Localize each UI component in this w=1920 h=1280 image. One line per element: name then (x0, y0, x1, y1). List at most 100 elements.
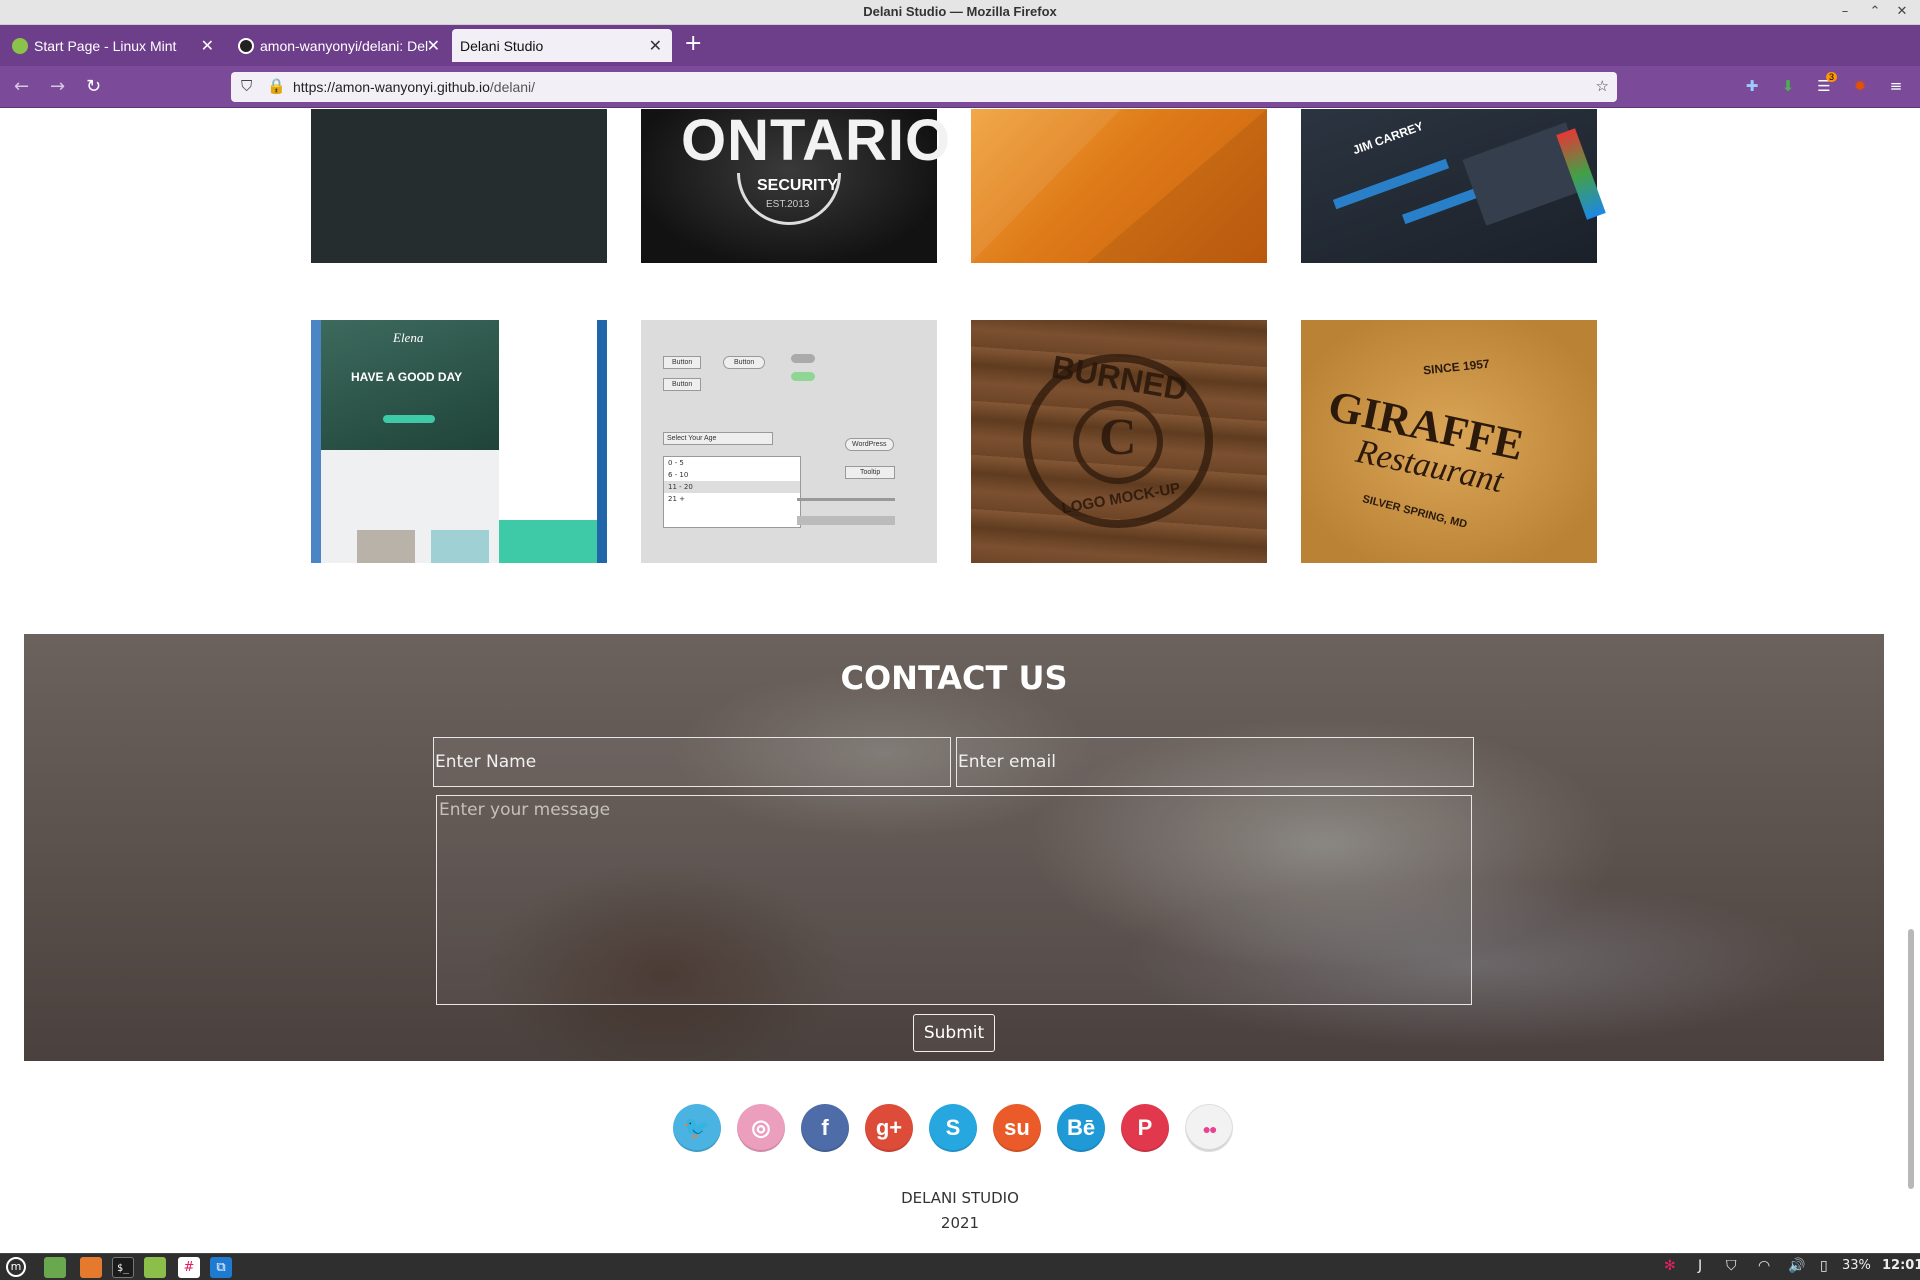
terminal-icon[interactable]: $_ (112, 1257, 134, 1278)
uikit-toggle (791, 354, 815, 363)
uikit-tag: WordPress (845, 438, 894, 451)
scrollbar-thumb[interactable] (1908, 929, 1914, 1189)
portfolio-item-dark[interactable] (311, 109, 607, 263)
tab-github-delani[interactable]: amon-wanyonyi/delani: Del ✕ (228, 29, 450, 62)
name-input[interactable] (433, 737, 951, 787)
polygon-shape (1087, 109, 1267, 263)
extension-puzzle-icon[interactable]: ✚ (1742, 77, 1762, 97)
tab-delani-studio[interactable]: Delani Studio ✕ (452, 29, 672, 62)
update-icon[interactable]: J (1698, 1258, 1702, 1274)
back-button[interactable]: ← (14, 76, 29, 97)
url-domain: github.io (436, 79, 490, 95)
lock-icon[interactable]: 🔒 (267, 77, 286, 95)
elena-cta (383, 415, 435, 423)
portfolio-item-elena[interactable]: Elena HAVE A GOOD DAY (311, 320, 607, 563)
portfolio-item-giraffe[interactable]: SINCE 1957 GIRAFFE Restaurant SILVER SPR… (1301, 320, 1597, 563)
ontario-text: ONTARIO (681, 109, 952, 173)
message-textarea[interactable] (436, 795, 1472, 1005)
close-icon[interactable]: ✕ (649, 36, 662, 56)
burned-letter: C (1099, 409, 1137, 466)
minimize-button[interactable]: – (1836, 3, 1854, 21)
portfolio-item-ontario[interactable]: ONTARIO SECURITY EST.2013 (641, 109, 950, 263)
twitter-icon[interactable]: 🐦 (673, 1104, 721, 1152)
pinterest-icon[interactable]: P (1121, 1104, 1169, 1152)
contact-section: CONTACT US Submit (24, 634, 1884, 1061)
close-icon[interactable]: ✕ (201, 36, 214, 56)
portfolio-item-dashboard[interactable]: JIM CARREY (1301, 109, 1606, 263)
shield-tray-icon[interactable]: ⛉ (1726, 1258, 1737, 1274)
portfolio-item-burned[interactable]: BURNED C LOGO MOCK-UP (971, 320, 1267, 563)
download-icon[interactable]: ⬇ (1778, 77, 1798, 97)
battery-icon[interactable]: ▯ (1820, 1258, 1828, 1274)
close-window-button[interactable]: ✕ (1893, 3, 1911, 21)
tab-label: amon-wanyonyi/delani: Del (260, 38, 428, 54)
extensions-badge: 3 (1826, 72, 1838, 82)
portfolio-item-orange[interactable] (971, 109, 1267, 263)
wifi-icon[interactable]: ◠ (1758, 1258, 1770, 1274)
elena-photo (431, 530, 489, 563)
new-tab-button[interactable]: + (684, 31, 702, 56)
uikit-list: 0 - 5 6 - 10 11 - 20 21 + (663, 456, 801, 528)
giraffe-location: SILVER SPRING, MD (1361, 493, 1469, 531)
skype-icon[interactable]: S (929, 1104, 977, 1152)
window-title: Delani Studio — Mozilla Firefox (863, 4, 1057, 19)
close-icon[interactable]: ✕ (427, 36, 440, 56)
forward-button[interactable]: → (50, 76, 65, 97)
flickr-icon[interactable]: ●● (1185, 1104, 1233, 1152)
elena-photo (357, 530, 415, 563)
tab-strip: Start Page - Linux Mint ✕ amon-wanyonyi/… (0, 25, 1920, 66)
firefox-icon[interactable] (80, 1257, 102, 1278)
volume-icon[interactable]: 🔊 (1788, 1258, 1805, 1274)
footer: DELANI STUDIO 2021 (0, 1186, 1920, 1236)
footer-year: 2021 (940, 1214, 980, 1232)
dashboard-bar (1332, 158, 1450, 210)
uikit-button: Button (663, 356, 702, 369)
uikit-option: 0 - 5 (668, 459, 684, 467)
google-plus-icon[interactable]: g+ (865, 1104, 913, 1152)
tab-label: Start Page - Linux Mint (34, 38, 177, 54)
addon-icon[interactable]: ✹ (1850, 77, 1870, 97)
linux-mint-icon (12, 38, 28, 54)
files-icon[interactable] (144, 1257, 166, 1278)
vscode-icon[interactable]: ⧉ (210, 1257, 232, 1278)
maximize-button[interactable]: ⌃ (1866, 3, 1884, 21)
facebook-icon[interactable]: f (801, 1104, 849, 1152)
bookmark-star-icon[interactable]: ☆ (1596, 77, 1609, 95)
url-bar[interactable]: ⛉ 🔒 https://amon-wanyonyi.github.io/dela… (231, 72, 1617, 102)
url-text[interactable]: https://amon-wanyonyi.github.io/delani/ (293, 79, 535, 95)
tab-start-page[interactable]: Start Page - Linux Mint ✕ (2, 29, 224, 62)
tab-label: Delani Studio (460, 38, 544, 54)
contact-heading: CONTACT US (840, 659, 1068, 697)
email-input[interactable] (956, 737, 1474, 787)
giraffe-since: SINCE 1957 (1422, 356, 1491, 378)
github-icon (238, 38, 254, 54)
est-text: EST.2013 (766, 199, 810, 210)
battery-percent: 33% (1842, 1258, 1871, 1273)
hamburger-menu-icon[interactable]: ≡ (1886, 77, 1906, 97)
uikit-button: Button (723, 356, 766, 369)
slack-tray-icon[interactable]: ✻ (1664, 1258, 1676, 1274)
mint-menu-icon[interactable]: m (6, 1257, 26, 1277)
uikit-slider (797, 498, 895, 501)
uikit-button: Button (663, 378, 702, 391)
navigation-toolbar: ← → ↻ ⛉ 🔒 https://amon-wanyonyi.github.i… (0, 66, 1920, 108)
uikit-progress (797, 516, 895, 525)
dribbble-icon[interactable]: ◎ (737, 1104, 785, 1152)
show-desktop-icon[interactable] (44, 1257, 66, 1278)
clock[interactable]: 12:01 (1882, 1258, 1920, 1273)
uikit-select: Select Your Age (663, 432, 773, 445)
window-titlebar: Delani Studio — Mozilla Firefox – ⌃ ✕ (0, 0, 1920, 25)
stumbleupon-icon[interactable]: su (993, 1104, 1041, 1152)
taskbar: m $_ # ⧉ ✻ J ⛉ ◠ 🔊 ▯ 33% 12:01 (0, 1253, 1920, 1280)
elena-headline: HAVE A GOOD DAY (351, 370, 463, 384)
behance-icon[interactable]: Bē (1057, 1104, 1105, 1152)
url-path: /delani/ (489, 79, 536, 95)
slack-icon[interactable]: # (178, 1257, 200, 1278)
screen: Delani Studio — Mozilla Firefox – ⌃ ✕ St… (0, 0, 1920, 1280)
reload-button[interactable]: ↻ (86, 76, 101, 97)
submit-button[interactable]: Submit (913, 1014, 995, 1052)
portfolio-item-ui-kit[interactable]: Button Button Button Select Your Age 0 -… (641, 320, 937, 563)
shield-icon[interactable]: ⛉ (241, 77, 252, 95)
elena-brand: Elena (393, 330, 424, 345)
url-prefix: https://amon-wanyonyi. (293, 79, 437, 95)
